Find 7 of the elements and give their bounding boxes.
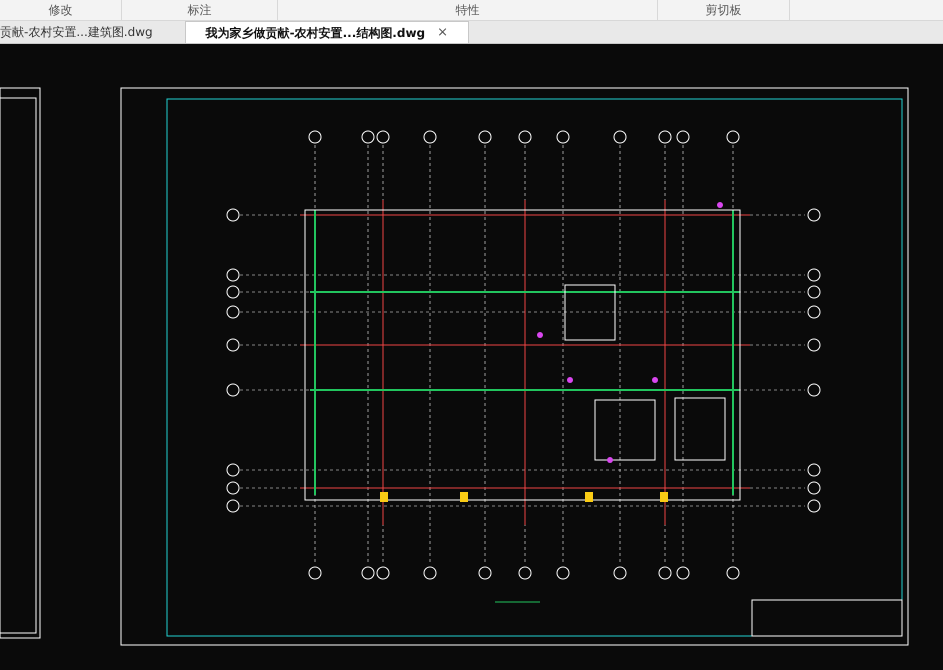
ribbon-panel-label: 修改 <box>48 2 72 19</box>
file-tab[interactable]: 我为家乡做贡献-农村安置...结构图.dwg × <box>184 21 470 43</box>
ribbon-panel-label: 剪切板 <box>706 2 742 19</box>
close-tab-button[interactable]: × <box>437 22 448 42</box>
file-tab[interactable]: 贡献-农村安置...建筑图.dwg <box>0 21 185 43</box>
ribbon-panel-label: 标注 <box>188 2 212 19</box>
ribbon-panel-label: 特性 <box>456 2 480 19</box>
